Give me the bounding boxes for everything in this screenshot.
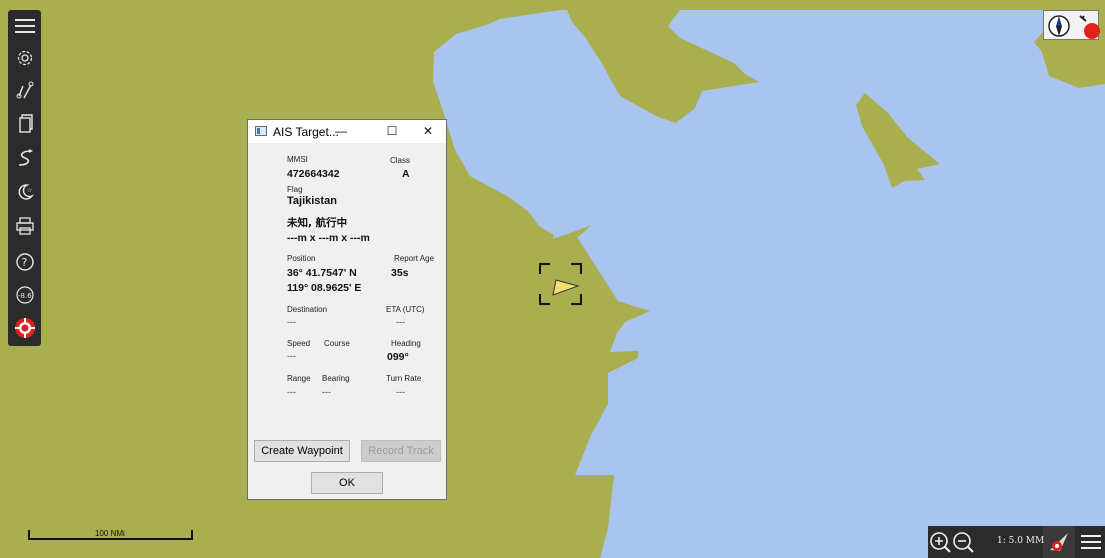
chart-canvas[interactable]	[0, 0, 1105, 558]
svg-text:-8.6: -8.6	[18, 292, 32, 300]
heading-value: 099°	[387, 351, 409, 363]
minimize-button[interactable]: —	[326, 120, 356, 143]
turn-rate-label: Turn Rate	[386, 374, 422, 383]
ok-button[interactable]: OK	[311, 472, 383, 494]
close-button[interactable]: ✕	[413, 120, 443, 143]
eta-label: ETA (UTC)	[386, 305, 425, 314]
compass-widget[interactable]	[1043, 10, 1100, 40]
print-icon[interactable]	[8, 212, 41, 240]
lifebuoy-icon[interactable]	[8, 314, 41, 342]
menu-icon-bottom[interactable]	[1077, 526, 1105, 558]
svg-text:?: ?	[21, 256, 27, 269]
ownship-icon[interactable]	[1043, 526, 1075, 558]
dialog-titlebar[interactable]: AIS Target... — ☐ ✕	[248, 120, 446, 143]
longitude-value: 119° 08.9625' E	[287, 282, 362, 294]
record-track-button[interactable]: Record Track	[361, 440, 441, 462]
zoom-out-icon[interactable]	[952, 526, 996, 558]
zoom-scale-text: 1: 5.0 MM	[997, 536, 1045, 546]
mob-icon[interactable]: -8.6	[8, 281, 41, 309]
nav-status-value: 未知, 航行中	[287, 217, 348, 229]
gps-status-icon	[1084, 23, 1100, 39]
heading-label: Heading	[391, 339, 421, 348]
mmsi-label: MMSI	[287, 155, 308, 164]
copy-icon[interactable]	[8, 110, 41, 138]
report-age-label: Report Age	[394, 254, 435, 263]
svg-text:☆: ☆	[27, 187, 32, 194]
flag-label: Flag	[287, 185, 303, 194]
course-label: Course	[324, 339, 350, 348]
night-mode-icon[interactable]: ☆	[8, 178, 41, 206]
settings-icon[interactable]	[8, 44, 41, 72]
report-age-value: 35s	[391, 267, 409, 279]
app-icon	[255, 126, 267, 136]
speed-label: Speed	[287, 339, 311, 348]
bearing-label: Bearing	[322, 374, 350, 383]
track-icon[interactable]	[8, 144, 41, 172]
destination-label: Destination	[287, 305, 328, 314]
speed-value: ---	[287, 351, 296, 361]
scale-bar-label: 100 NMi	[95, 529, 125, 538]
menu-icon[interactable]	[8, 12, 41, 40]
left-toolbar: ☆ ? -8.6	[8, 10, 41, 346]
maximize-button[interactable]: ☐	[377, 120, 407, 143]
destination-value: ---	[287, 317, 296, 327]
create-waypoint-button[interactable]: Create Waypoint	[254, 440, 350, 462]
help-icon[interactable]: ?	[8, 248, 41, 276]
class-label: Class	[390, 156, 411, 165]
route-icon[interactable]	[8, 76, 41, 104]
eta-value: ---	[396, 317, 405, 327]
dimensions-value: ---m x ---m x ---m	[287, 232, 370, 244]
ais-target-dialog: AIS Target... — ☐ ✕ MMSI Class 472664342…	[247, 119, 447, 500]
turn-rate-value: ---	[396, 387, 405, 397]
position-label: Position	[287, 254, 316, 263]
flag-value: Tajikistan	[287, 195, 337, 207]
class-value: A	[402, 168, 410, 180]
range-label: Range	[287, 374, 311, 383]
zoom-in-icon[interactable]	[928, 526, 952, 558]
mmsi-value: 472664342	[287, 168, 340, 180]
range-value: ---	[287, 387, 296, 397]
bearing-value: ---	[322, 387, 331, 397]
latitude-value: 36° 41.7547' N	[287, 267, 357, 279]
